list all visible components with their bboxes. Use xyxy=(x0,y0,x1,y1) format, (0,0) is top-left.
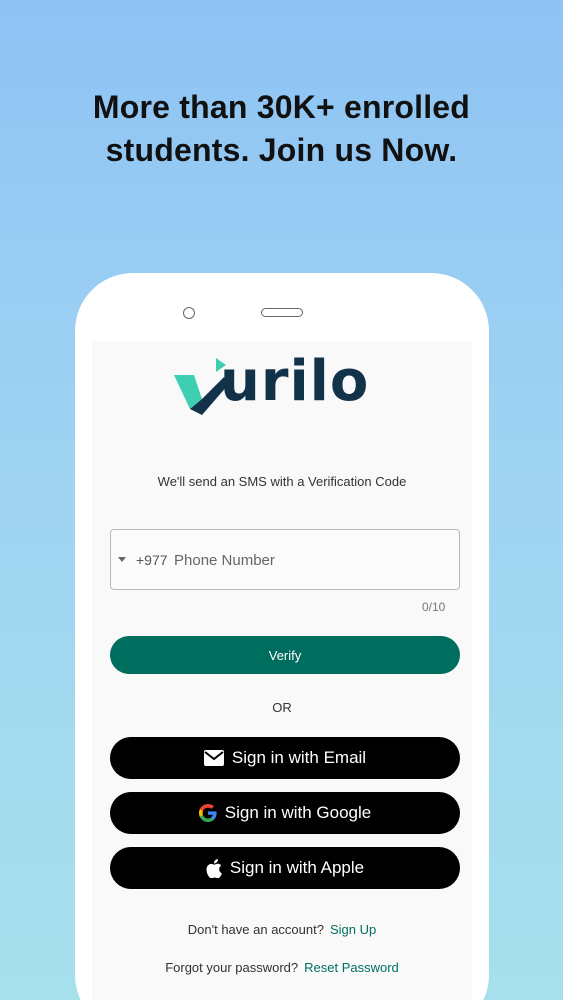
phone-number-field[interactable]: +977 xyxy=(110,529,460,590)
sign-in-apple-button[interactable]: Sign in with Apple xyxy=(110,847,460,889)
reset-row: Forgot your password? Reset Password xyxy=(92,960,472,975)
headline-line-1: More than 30K+ enrolled xyxy=(92,89,471,125)
chevron-down-icon[interactable] xyxy=(118,557,126,562)
verify-button[interactable]: Verify xyxy=(110,636,460,674)
logo-wordmark: urilo xyxy=(220,349,370,414)
headline-line-2: students. Join us Now. xyxy=(105,132,458,168)
speaker-slot xyxy=(261,308,303,317)
login-screen: urilo We'll send an SMS with a Verificat… xyxy=(92,341,472,1000)
sign-in-email-button[interactable]: Sign in with Email xyxy=(110,737,460,779)
sign-in-google-label: Sign in with Google xyxy=(224,803,372,822)
sign-in-email-label: Sign in with Email xyxy=(231,748,367,767)
envelope-icon xyxy=(203,750,224,766)
sign-up-link[interactable]: Sign Up xyxy=(330,922,376,937)
character-counter: 0/10 xyxy=(422,600,446,614)
country-code[interactable]: +977 xyxy=(136,552,168,568)
phone-number-input[interactable] xyxy=(174,547,444,573)
sign-in-google-button[interactable]: Sign in with Google xyxy=(110,792,460,834)
no-account-text: Don't have an account? xyxy=(187,922,324,937)
or-divider: OR xyxy=(272,700,292,715)
google-logo-icon xyxy=(198,804,217,822)
vurilo-logo: urilo xyxy=(172,349,402,419)
reset-password-link[interactable]: Reset Password xyxy=(304,960,399,975)
phone-mockup: urilo We'll send an SMS with a Verificat… xyxy=(75,273,489,1000)
sign-in-apple-label: Sign in with Apple xyxy=(229,858,365,877)
signup-row: Don't have an account? Sign Up xyxy=(92,922,472,937)
forgot-password-text: Forgot your password? xyxy=(165,960,299,975)
promo-headline: More than 30K+ enrolled students. Join u… xyxy=(0,86,563,172)
camera-dot xyxy=(183,307,195,319)
apple-logo-icon xyxy=(206,858,222,878)
sms-info-text: We'll send an SMS with a Verification Co… xyxy=(157,474,407,489)
